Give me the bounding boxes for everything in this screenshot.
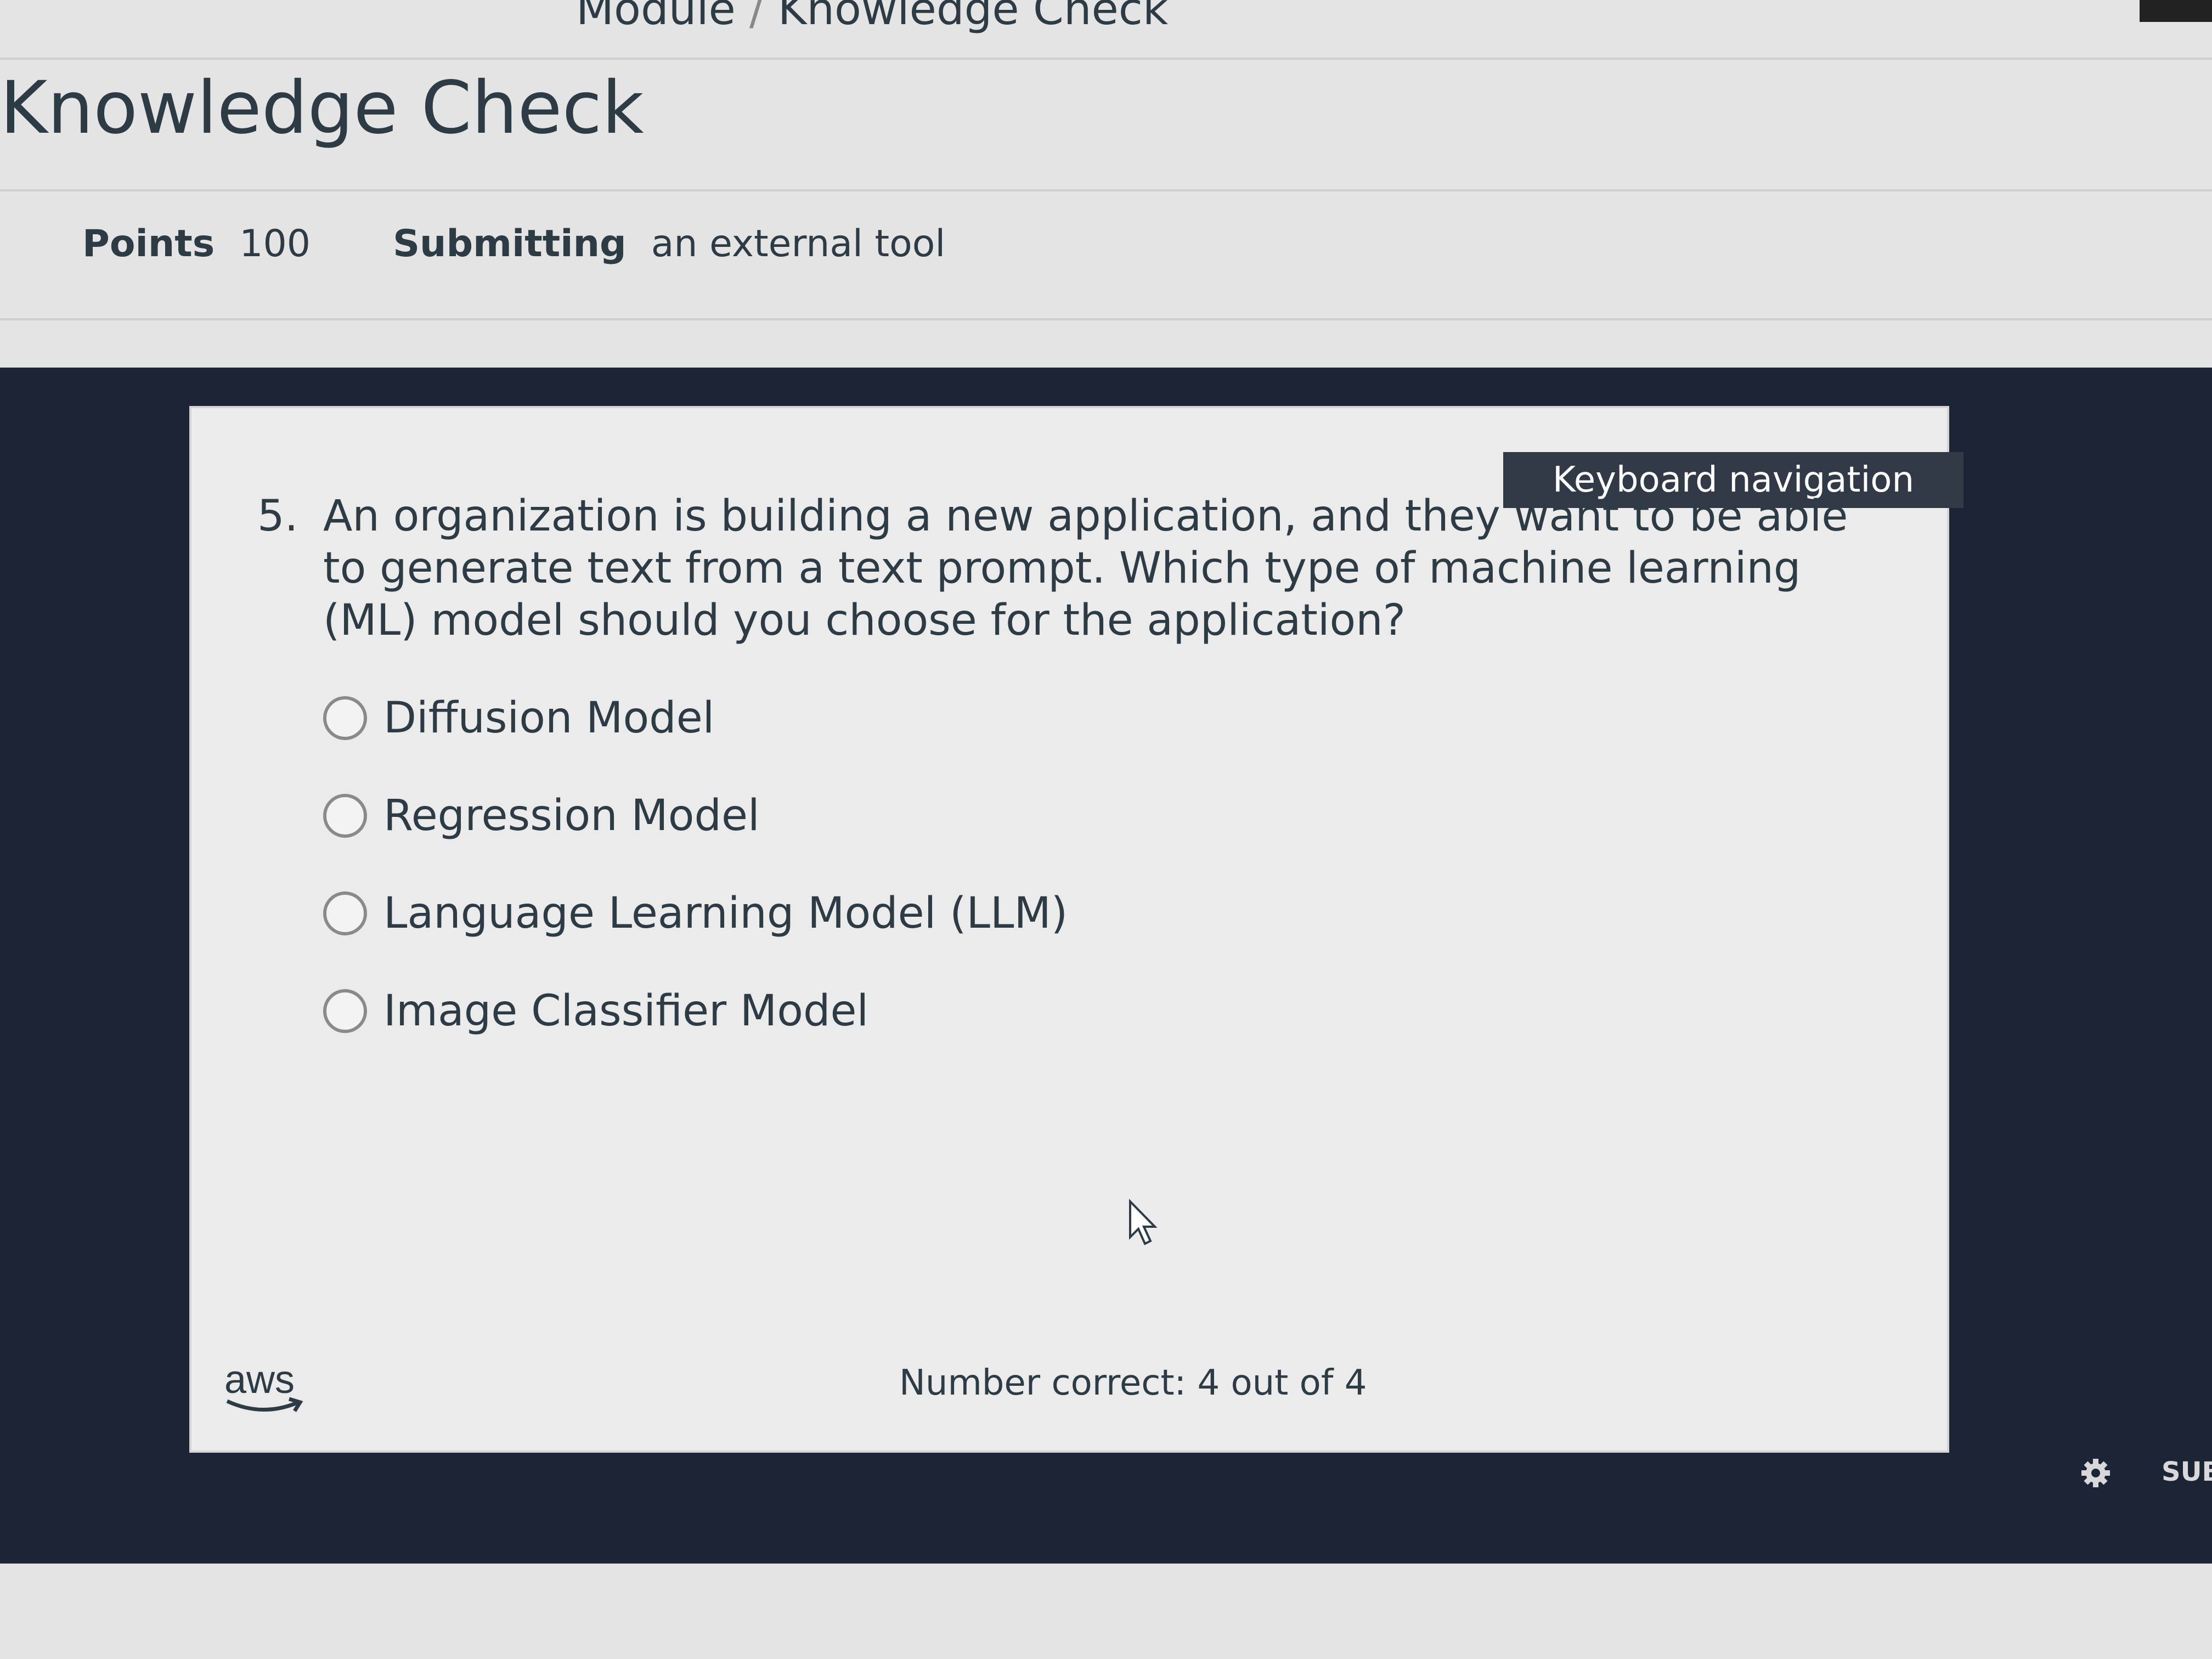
answer-option-llm[interactable]: Language Learning Model (LLM) [323, 889, 1068, 938]
answer-option-label: Diffusion Model [383, 693, 715, 743]
submitting-label: Submitting [393, 222, 627, 266]
assignment-details: Points 100 Submitting an external tool [82, 222, 945, 266]
answer-option-label: Image Classifier Model [383, 986, 869, 1036]
question: 5. An organization is building a new app… [257, 490, 1848, 647]
aws-logo: aws [224, 1357, 312, 1423]
radio-button[interactable] [323, 794, 367, 838]
submitting-value: an external tool [651, 222, 946, 266]
answer-option-image-classifier[interactable]: Image Classifier Model [323, 986, 1068, 1036]
answer-option-regression[interactable]: Regression Model [323, 791, 1068, 840]
divider [0, 318, 2212, 320]
question-text: An organization is building a new applic… [323, 492, 1848, 645]
gear-icon[interactable] [2079, 1457, 2112, 1489]
answer-option-label: Regression Model [383, 791, 760, 840]
aws-smile-icon [226, 1397, 303, 1412]
radio-button[interactable] [323, 891, 367, 935]
quiz-card: Keyboard navigation 5. An organization i… [189, 406, 1963, 1453]
breadcrumb-module[interactable]: Module [576, 0, 736, 35]
submit-button[interactable]: SUB [2162, 1457, 2212, 1487]
divider [0, 58, 2212, 60]
mouse-pointer-icon [1129, 1199, 1158, 1245]
radio-button[interactable] [323, 696, 367, 740]
answer-option-diffusion[interactable]: Diffusion Model [323, 693, 1068, 743]
aws-logo-text: aws [224, 1358, 295, 1402]
breadcrumb-separator: / [749, 0, 764, 35]
breadcrumb: Module / Knowledge Check [576, 0, 1168, 35]
question-number: 5. [257, 492, 298, 541]
page-title: Knowledge Check [0, 66, 644, 150]
answer-option-label: Language Learning Model (LLM) [383, 889, 1068, 938]
breadcrumb-current: Knowledge Check [777, 0, 1169, 35]
points-value: 100 [239, 222, 311, 266]
divider [0, 189, 2212, 191]
points-label: Points [82, 222, 215, 266]
radio-button[interactable] [323, 989, 367, 1033]
answer-options: Diffusion Model Regression Model Languag… [323, 693, 1068, 1084]
top-bar [2140, 0, 2212, 22]
score-text: Number correct: 4 out of 4 [899, 1363, 1367, 1403]
